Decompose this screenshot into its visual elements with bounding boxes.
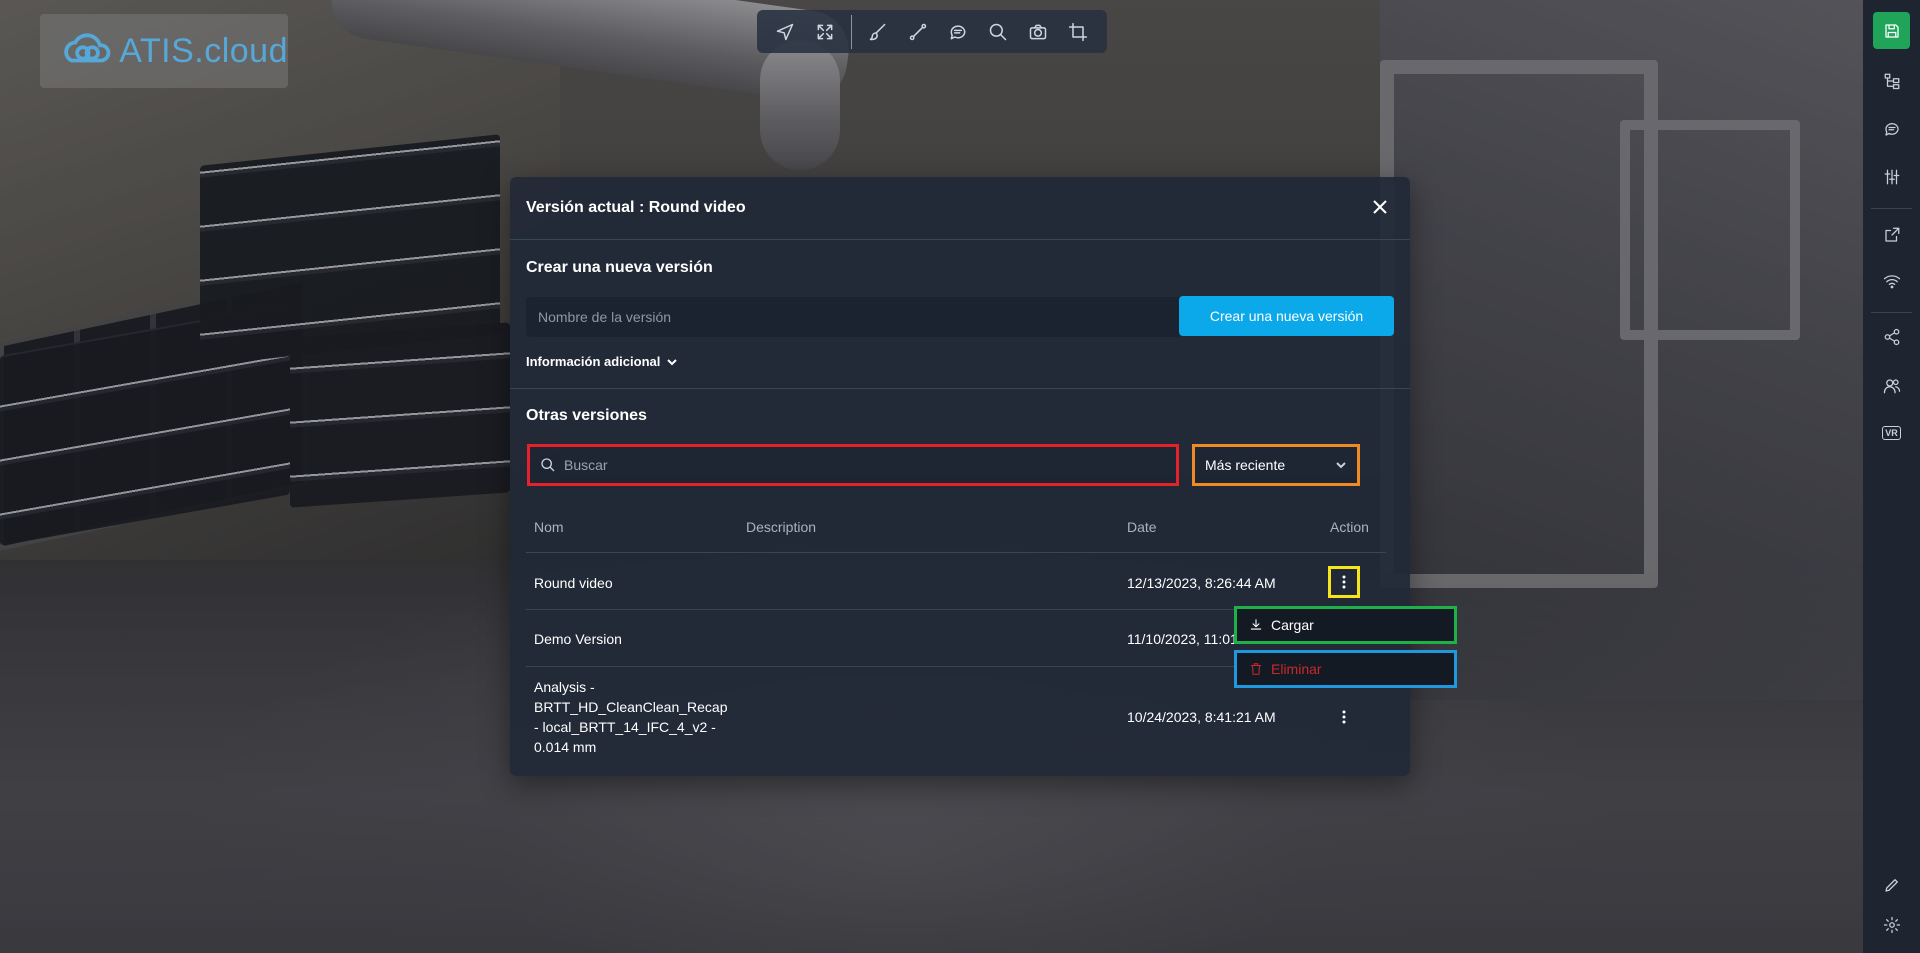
additional-info-toggle[interactable]: Información adicional — [526, 354, 678, 369]
more-vertical-icon — [1342, 575, 1346, 589]
row-action-menu: Cargar Eliminar — [1234, 606, 1457, 688]
more-vertical-icon — [1342, 710, 1346, 724]
load-version-menu-item[interactable]: Cargar — [1234, 606, 1457, 644]
chevron-down-icon — [667, 358, 678, 365]
brush-button[interactable] — [860, 14, 896, 50]
search-icon — [541, 458, 555, 472]
share-icon — [1884, 328, 1899, 345]
dialog-title: Versión actual : Round video — [526, 199, 746, 216]
chevron-down-icon — [1336, 462, 1346, 469]
tree-button[interactable] — [1873, 62, 1910, 99]
crop-icon — [1068, 22, 1088, 41]
search-icon — [989, 23, 1007, 40]
toolbar-separator — [851, 14, 852, 49]
pencil-icon — [1884, 878, 1898, 892]
version-name-input[interactable] — [526, 297, 1181, 337]
crop-button[interactable] — [1060, 14, 1096, 50]
vr-button[interactable]: VR — [1873, 414, 1910, 451]
navigate-icon — [776, 23, 794, 40]
app-logo: ATIS.cloud — [40, 14, 288, 88]
dialog-divider — [510, 239, 1410, 240]
brush-icon — [869, 23, 886, 40]
row-actions-button[interactable] — [1328, 701, 1360, 733]
sort-select[interactable]: Más reciente — [1192, 444, 1360, 486]
camera-icon — [1029, 24, 1047, 39]
sliders-icon — [1884, 169, 1899, 184]
other-versions-title: Otras versiones — [526, 407, 647, 424]
close-icon — [1373, 200, 1387, 214]
table-divider — [526, 552, 1386, 553]
users-icon — [1883, 378, 1900, 393]
sidebar-divider — [1871, 312, 1912, 313]
create-section-title: Crear una nueva versión — [526, 259, 713, 276]
cloud-logo-icon — [64, 33, 111, 63]
tree-icon — [1884, 73, 1899, 89]
row-name: Demo Version — [534, 631, 622, 647]
navigate-button[interactable] — [767, 14, 803, 50]
delete-version-menu-item[interactable]: Eliminar — [1234, 650, 1457, 688]
create-version-button[interactable]: Crear una nueva versión — [1179, 296, 1394, 336]
comment-button[interactable] — [940, 14, 976, 50]
wifi-icon — [1883, 274, 1900, 288]
viewer-toolbar — [757, 10, 1107, 53]
sliders-button[interactable] — [1873, 158, 1910, 195]
settings-icon — [1883, 916, 1900, 933]
chat-icon — [1884, 122, 1899, 136]
column-header-action: Action — [1330, 519, 1369, 535]
row-date: 12/13/2023, 8:26:44 AM — [1127, 575, 1276, 591]
column-header-name[interactable]: Nom — [534, 519, 564, 535]
dialog-divider — [510, 388, 1410, 389]
row-actions-button[interactable] — [1328, 566, 1360, 598]
trash-icon — [1250, 663, 1262, 675]
sort-selected-value: Más reciente — [1205, 457, 1286, 473]
save-icon — [1884, 23, 1899, 38]
chat-button[interactable] — [1873, 110, 1910, 147]
sidebar-divider — [1871, 208, 1912, 209]
external-link-icon — [1884, 227, 1899, 242]
load-label: Cargar — [1271, 617, 1314, 633]
delete-label: Eliminar — [1271, 661, 1322, 677]
download-icon — [1250, 619, 1262, 630]
right-sidebar: VR — [1863, 0, 1920, 953]
camera-button[interactable] — [1020, 14, 1056, 50]
share-button[interactable] — [1873, 318, 1910, 355]
settings-button[interactable] — [1873, 906, 1910, 943]
additional-info-label: Información adicional — [526, 354, 661, 369]
row-name: Analysis - BRTT_HD_CleanClean_Recap - lo… — [534, 679, 728, 755]
version-search — [527, 444, 1179, 486]
column-header-description[interactable]: Description — [746, 519, 816, 535]
close-button[interactable] — [1368, 195, 1392, 219]
edit-button[interactable] — [1873, 866, 1910, 903]
row-date: 11/10/2023, 11:01 — [1127, 631, 1238, 647]
row-date: 10/24/2023, 8:41:21 AM — [1127, 709, 1276, 725]
search-tool-button[interactable] — [980, 14, 1016, 50]
column-header-date[interactable]: Date — [1127, 519, 1157, 535]
logo-text: ATIS.cloud — [119, 31, 288, 70]
row-name: Round video — [534, 575, 613, 591]
search-input[interactable] — [562, 456, 1146, 474]
external-link-button[interactable] — [1873, 216, 1910, 253]
users-button[interactable] — [1873, 367, 1910, 404]
save-button[interactable] — [1873, 12, 1910, 49]
vr-icon: VR — [1882, 425, 1901, 440]
measure-icon — [909, 23, 927, 40]
fullscreen-button[interactable] — [807, 14, 843, 50]
fullscreen-icon — [817, 24, 833, 39]
measure-button[interactable] — [900, 14, 936, 50]
wifi-button[interactable] — [1873, 262, 1910, 299]
comment-icon — [950, 24, 966, 39]
